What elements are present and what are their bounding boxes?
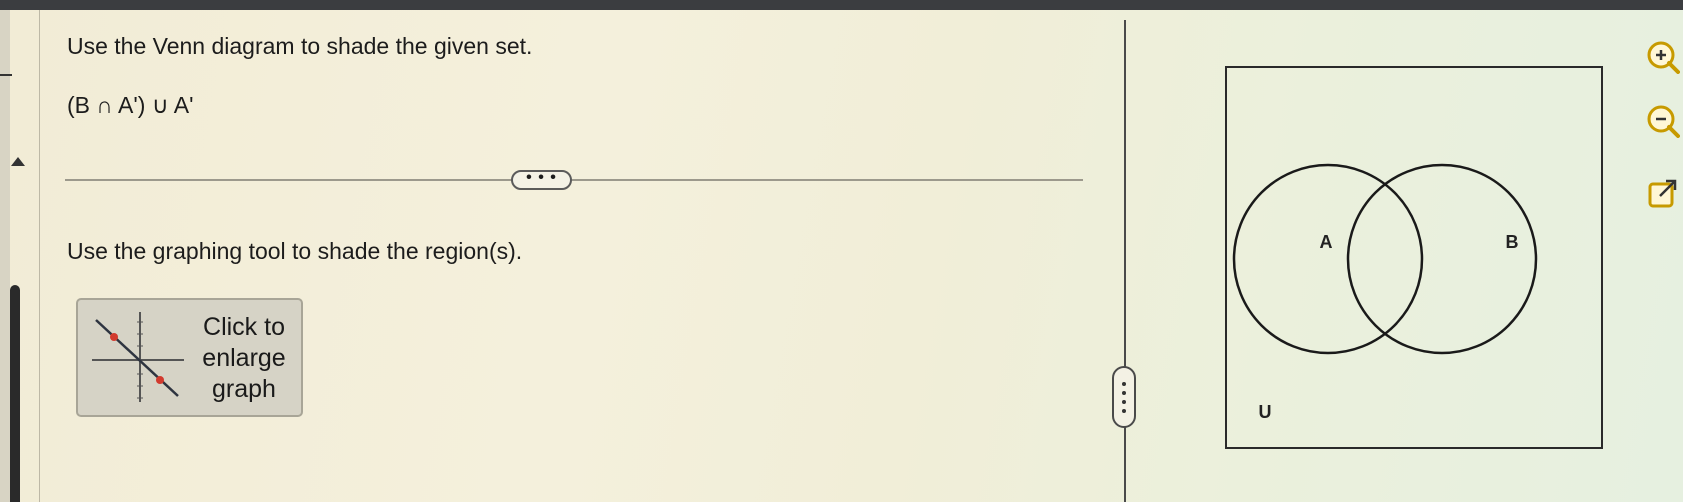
- handle-dot: [1122, 381, 1126, 386]
- enlarge-graph-button[interactable]: Click to enlarge graph: [76, 298, 303, 417]
- panel-splitter: [1124, 20, 1126, 502]
- set-a-circle[interactable]: [1232, 163, 1424, 355]
- set-b-label: B: [1506, 232, 1519, 252]
- scroll-up-arrow-icon[interactable]: [11, 157, 25, 166]
- enlarge-graph-label: Click to enlarge graph: [186, 312, 302, 405]
- enlarge-graph-label-line: enlarge: [202, 344, 286, 372]
- left-scroll-rail: [0, 10, 10, 502]
- venn-diagram[interactable]: A B U: [1225, 66, 1605, 450]
- splitter-drag-handle[interactable]: [1112, 366, 1136, 428]
- handle-dot: [1122, 390, 1126, 395]
- universe-rectangle[interactable]: [1225, 66, 1603, 449]
- enlarge-graph-label-line: Click to: [203, 313, 285, 341]
- handle-dot: [1122, 408, 1126, 413]
- zoom-in-icon[interactable]: [1646, 40, 1680, 74]
- enlarge-graph-label-line: graph: [212, 375, 276, 403]
- set-a-label: A: [1320, 232, 1333, 252]
- popout-icon[interactable]: [1646, 176, 1680, 210]
- set-expression: (B ∩ A') ∪ A': [67, 92, 194, 118]
- show-more-button[interactable]: • • •: [511, 170, 572, 190]
- left-scrollbar-thumb[interactable]: [10, 285, 20, 502]
- section-divider: [65, 179, 1083, 181]
- graph-thumbnail-icon: [92, 312, 184, 402]
- graph-instruction: Use the graphing tool to shade the regio…: [67, 238, 523, 264]
- panel-border: [39, 10, 40, 502]
- question-prompt: Use the Venn diagram to shade the given …: [67, 33, 533, 59]
- window-top-bar: [0, 0, 1683, 10]
- zoom-out-icon[interactable]: [1646, 104, 1680, 138]
- set-b-circle[interactable]: [1346, 163, 1538, 355]
- universe-label: U: [1259, 402, 1272, 422]
- handle-dot: [1122, 399, 1126, 404]
- left-edge-tick: [0, 74, 12, 76]
